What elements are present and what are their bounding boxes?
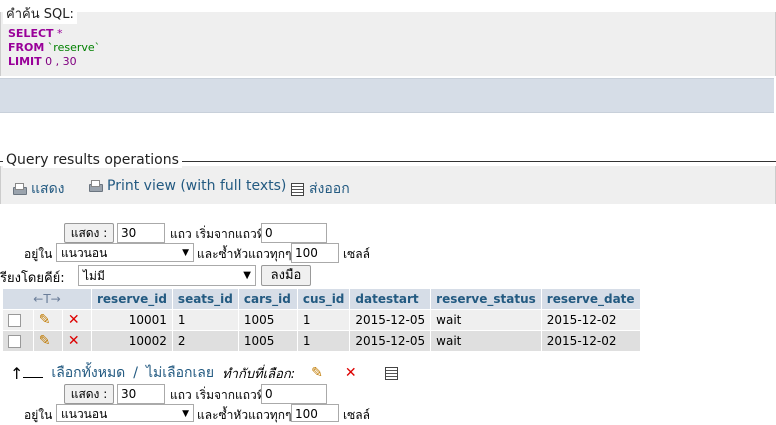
check-all-link[interactable]: เลือกทั้งหมด xyxy=(51,362,125,384)
print-view-label: Print view (with full texts) xyxy=(107,178,287,194)
pencil-icon[interactable]: ✎ xyxy=(39,333,51,349)
table-cell: 1 xyxy=(297,331,350,351)
chevron-down-icon: ▼ xyxy=(182,248,189,258)
row-checkbox[interactable] xyxy=(3,310,33,330)
pencil-icon[interactable]: ✎ xyxy=(311,365,323,381)
sql-code: SELECT * FROM `reserve` LIMIT 0 , 30 xyxy=(8,27,100,69)
delete-icon[interactable]: ✕ xyxy=(68,333,80,349)
column-header[interactable]: cars_id xyxy=(238,289,297,309)
table-cell: wait xyxy=(431,310,541,330)
delete-button[interactable]: ✕ xyxy=(62,310,91,330)
column-header[interactable]: datestart xyxy=(350,289,431,309)
sort-key-label: รียงโดยคีย์: xyxy=(0,271,65,286)
show-link[interactable]: แสดง xyxy=(12,178,65,200)
table-cell: wait xyxy=(431,331,541,351)
show-rows-button[interactable]: แสดง : xyxy=(64,223,114,243)
table-cell: 1 xyxy=(172,310,238,330)
sql-asterisk: * xyxy=(53,27,63,40)
mode-label: อยู่ใน xyxy=(24,247,53,261)
arrow-line xyxy=(23,369,44,378)
table-cell: 2015-12-05 xyxy=(350,310,431,330)
go-button[interactable]: ลงมือ xyxy=(261,265,311,286)
delete-icon[interactable]: ✕ xyxy=(345,365,357,381)
display-mode-select-bottom[interactable]: แนวนอน ▼ xyxy=(56,404,194,422)
table-row: ✎ ✕ 10002 2 1005 1 2015-12-05 wait 2015-… xyxy=(3,331,640,351)
row-checkbox[interactable] xyxy=(3,331,33,351)
repeat-headers-label: และซ้ำหัวแถวทุกๆ xyxy=(197,247,292,261)
sql-keyword-limit[interactable]: LIMIT xyxy=(8,55,42,68)
export-icon xyxy=(291,182,304,196)
start-row-input[interactable]: 0 xyxy=(261,223,327,243)
delete-icon[interactable]: ✕ xyxy=(68,312,80,328)
delete-button[interactable]: ✕ xyxy=(62,331,91,351)
column-header[interactable]: reserve_date xyxy=(541,289,640,309)
table-cell: 2015-12-05 xyxy=(350,331,431,351)
print-view-link[interactable]: Print view (with full texts) xyxy=(88,178,286,194)
sql-keyword-from[interactable]: FROM xyxy=(8,41,44,54)
display-mode-select[interactable]: แนวนอน ▼ xyxy=(56,243,194,262)
edit-button[interactable]: ✎ xyxy=(33,331,62,351)
table-row: ✎ ✕ 10001 1 1005 1 2015-12-05 wait 2015-… xyxy=(3,310,640,330)
results-table: ←T→ reserve_id seats_id cars_id cus_id d… xyxy=(2,288,641,352)
export-link[interactable]: ส่งออก xyxy=(291,178,350,200)
sql-table-name: `reserve` xyxy=(44,41,101,54)
separator: / xyxy=(133,365,138,381)
arrow-up-icon: ↑ xyxy=(10,363,24,383)
chevron-down-icon: ▼ xyxy=(243,270,251,281)
table-cell: 10002 xyxy=(92,331,172,351)
checkbox-icon[interactable] xyxy=(8,335,21,348)
table-cell: 1005 xyxy=(238,331,297,351)
uncheck-all-link[interactable]: ไม่เลือกเลย xyxy=(146,362,214,384)
sort-key-select[interactable]: ไม่มี ▼ xyxy=(78,265,256,286)
export-label: ส่งออก xyxy=(309,181,350,197)
cells-label: เซลล์ xyxy=(343,247,370,261)
start-row-input-bottom[interactable]: 0 xyxy=(261,384,327,404)
sql-legend: คำค้น SQL: xyxy=(3,3,77,24)
mode-label-bottom: อยู่ใน xyxy=(24,408,53,422)
display-mode-value: แนวนอน xyxy=(61,246,108,260)
chevron-down-icon: ▼ xyxy=(182,409,189,419)
pencil-icon[interactable]: ✎ xyxy=(39,312,51,328)
print-icon xyxy=(12,183,27,195)
table-header-row: ←T→ reserve_id seats_id cars_id cus_id d… xyxy=(3,289,640,309)
sql-keyword-select[interactable]: SELECT xyxy=(8,27,54,40)
column-arrows-icon: ←T→ xyxy=(3,289,91,309)
table-cell: 1005 xyxy=(238,310,297,330)
print-view-icon xyxy=(88,180,103,192)
column-header[interactable]: seats_id xyxy=(172,289,238,309)
edit-button[interactable]: ✎ xyxy=(33,310,62,330)
ops-legend: Query results operations xyxy=(3,152,182,168)
sql-limit-values: 0 , 30 xyxy=(41,55,77,68)
checkbox-icon[interactable] xyxy=(8,314,21,327)
column-header[interactable]: reserve_status xyxy=(431,289,541,309)
rows-count-input[interactable]: 30 xyxy=(117,223,165,243)
rows-from-label-bottom: แถว เริ่มจากแถวที่ xyxy=(170,388,265,402)
repeat-headers-input-bottom[interactable]: 100 xyxy=(291,404,339,422)
sql-query-box xyxy=(0,12,776,76)
sort-key-value: ไม่มี xyxy=(83,269,105,283)
cells-label-bottom: เซลล์ xyxy=(343,408,370,422)
show-rows-button-bottom[interactable]: แสดง : xyxy=(64,384,114,404)
table-cell: 1 xyxy=(297,310,350,330)
with-selected-label: ทำกับที่เลือก: xyxy=(222,366,296,382)
table-cell: 2 xyxy=(172,331,238,351)
table-cell: 10001 xyxy=(92,310,172,330)
repeat-headers-label-bottom: และซ้ำหัวแถวทุกๆ xyxy=(197,408,292,422)
repeat-headers-input[interactable]: 100 xyxy=(291,243,339,263)
table-cell: 2015-12-02 xyxy=(541,331,640,351)
column-header[interactable]: cus_id xyxy=(297,289,350,309)
rows-from-label: แถว เริ่มจากแถวที่ xyxy=(170,227,265,241)
export-icon[interactable] xyxy=(384,366,398,380)
display-mode-value: แนวนอน xyxy=(61,407,108,421)
sql-action-bar xyxy=(0,78,774,113)
show-link-label: แสดง xyxy=(31,181,65,197)
column-header[interactable]: reserve_id xyxy=(92,289,172,309)
table-cell: 2015-12-02 xyxy=(541,310,640,330)
rows-count-input-bottom[interactable]: 30 xyxy=(117,384,165,404)
bulk-operations: ↑ เลือกทั้งหมด / ไม่เลือกเลย ทำกับที่เลื… xyxy=(10,362,398,384)
